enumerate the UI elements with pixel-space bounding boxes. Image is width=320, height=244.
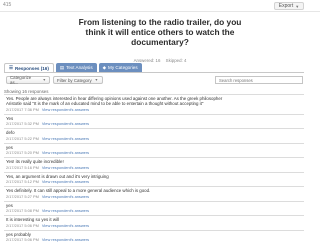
top-bar: 415 Export ▼ bbox=[0, 0, 320, 12]
view-answers-link[interactable]: View respondent's answers bbox=[42, 107, 89, 112]
export-button[interactable]: Export ▼ bbox=[274, 2, 304, 10]
response-text: Yes definitely. It can still appeal to a… bbox=[6, 188, 302, 193]
response-text: yes bbox=[6, 145, 302, 150]
tab-text-analysis[interactable]: ▤ Text Analysis bbox=[56, 63, 97, 72]
list-item: It is interesting so yes it will 2/17/20… bbox=[4, 215, 304, 230]
response-date: 2/17/2017 5:12 PM bbox=[6, 179, 39, 184]
response-date: 2/17/2017 5:27 PM bbox=[6, 194, 39, 199]
response-text: Yes bbox=[6, 116, 302, 121]
list-item: Yes 2/17/2017 5:32 PMView respondent's a… bbox=[4, 114, 304, 129]
categorize-dropdown[interactable]: Categorize as... ▼ bbox=[6, 76, 50, 84]
view-answers-link[interactable]: View respondent's answers bbox=[42, 150, 89, 155]
caret-down-icon: ▼ bbox=[42, 78, 46, 82]
filter-bar: Categorize as... ▼ Filter by Category ▼ bbox=[4, 75, 304, 87]
view-answers-link[interactable]: View respondent's answers bbox=[42, 194, 89, 199]
view-answers-link[interactable]: View respondent's answers bbox=[42, 136, 89, 141]
question-title: From listening to the radio trailer, do … bbox=[70, 17, 250, 47]
response-date: 2/17/2017 5:06 PM bbox=[6, 223, 39, 228]
response-text: yes bbox=[6, 203, 302, 208]
response-text: It is interesting so yes it will bbox=[6, 217, 302, 222]
view-answers-link[interactable]: View respondent's answers bbox=[42, 208, 89, 213]
filter-label: Filter by Category bbox=[57, 78, 92, 83]
tab-my-categories-label: My Categories bbox=[108, 65, 138, 70]
list-item: Yes. People are always interested in hea… bbox=[4, 94, 304, 114]
caret-down-icon: ▼ bbox=[95, 78, 99, 82]
list-item: Yes! its really quite incredible! 2/17/2… bbox=[4, 157, 304, 172]
view-answers-link[interactable]: View respondent's answers bbox=[42, 165, 89, 170]
list-icon: ☰ bbox=[9, 65, 13, 71]
tag-icon: ◆ bbox=[103, 65, 106, 71]
view-answers-link[interactable]: View respondent's answers bbox=[42, 223, 89, 228]
tab-my-categories[interactable]: ◆ My Categories bbox=[99, 63, 142, 72]
list-item: yes probably 2/17/2017 5:06 PMView respo… bbox=[4, 230, 304, 244]
categorize-label: Categorize as... bbox=[10, 75, 39, 85]
chevron-down-icon: ▼ bbox=[295, 4, 299, 9]
search-input[interactable] bbox=[215, 76, 303, 84]
page-number: 415 bbox=[3, 2, 11, 8]
tab-responses-label: Responses (16) bbox=[15, 66, 49, 71]
tab-text-analysis-label: Text Analysis bbox=[66, 65, 93, 70]
list-item: defo 2/17/2017 5:22 PMView respondent's … bbox=[4, 128, 304, 143]
chart-icon: ▤ bbox=[60, 65, 64, 71]
response-date: 2/17/2017 5:22 PM bbox=[6, 136, 39, 141]
response-text: yes probably bbox=[6, 232, 302, 237]
view-answers-link[interactable]: View respondent's answers bbox=[42, 179, 89, 184]
response-date: 2/17/2017 5:16 PM bbox=[6, 165, 39, 170]
tab-responses[interactable]: ☰ Responses (16) bbox=[4, 63, 54, 72]
response-text: Yes, an argument is drawn out and it's v… bbox=[6, 174, 302, 179]
tab-bar: ☰ Responses (16) ▤ Text Analysis ◆ My Ca… bbox=[4, 63, 304, 73]
response-list: Yes. People are always interested in hea… bbox=[4, 94, 304, 244]
view-answers-link[interactable]: View respondent's answers bbox=[42, 121, 89, 126]
export-label: Export bbox=[279, 3, 293, 9]
response-date: 2/17/2017 5:20 PM bbox=[6, 150, 39, 155]
response-text: defo bbox=[6, 130, 302, 135]
list-item: Yes, an argument is drawn out and it's v… bbox=[4, 172, 304, 187]
list-item: yes 2/17/2017 5:20 PMView respondent's a… bbox=[4, 143, 304, 158]
list-item: yes 2/17/2017 5:08 PMView respondent's a… bbox=[4, 201, 304, 216]
response-date: 2/17/2017 5:08 PM bbox=[6, 208, 39, 213]
response-text: Yes! its really quite incredible! bbox=[6, 159, 302, 164]
response-date: 2/17/2017 5:32 PM bbox=[6, 121, 39, 126]
filter-category-dropdown[interactable]: Filter by Category ▼ bbox=[53, 76, 103, 84]
list-item: Yes definitely. It can still appeal to a… bbox=[4, 186, 304, 201]
response-date: 2/17/2017 7:36 PM bbox=[6, 107, 39, 112]
response-text: Yes. People are always interested in hea… bbox=[6, 96, 302, 106]
